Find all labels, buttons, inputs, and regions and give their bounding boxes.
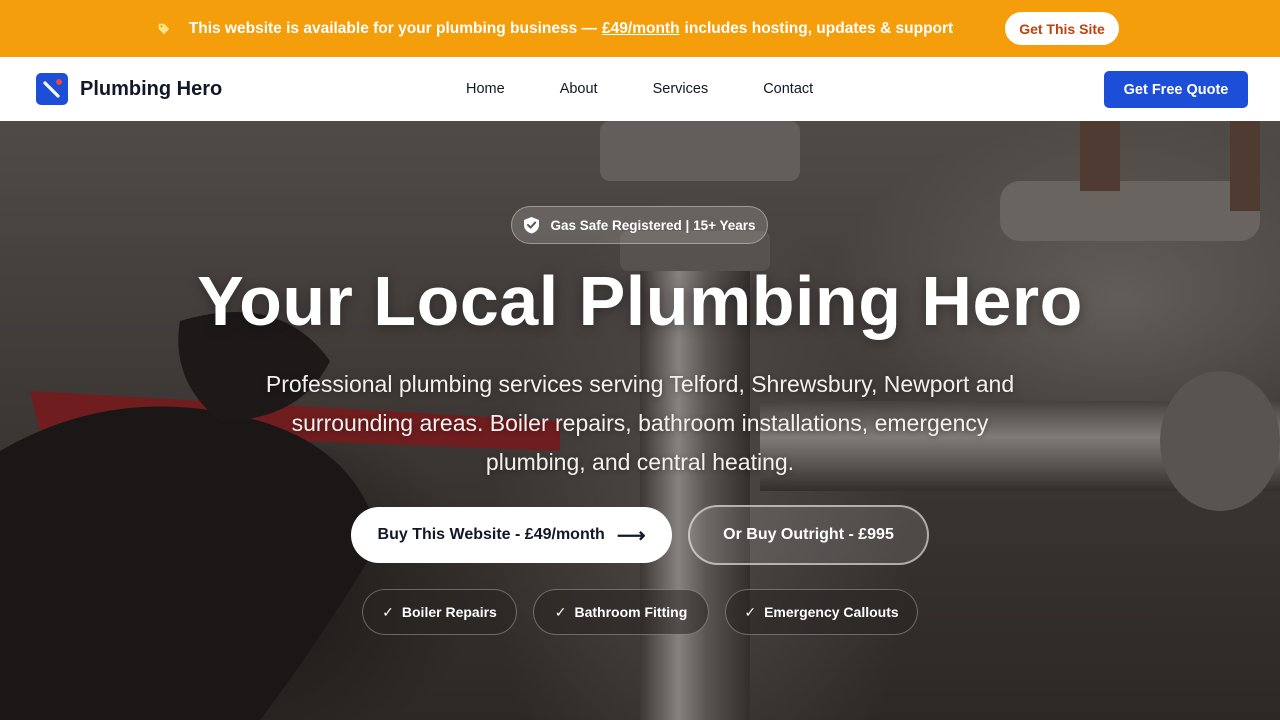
nav-link-contact[interactable]: Contact — [763, 81, 813, 97]
promo-text-before: This website is available for your plumb… — [188, 19, 598, 37]
nav-link-about[interactable]: About — [560, 81, 598, 97]
hero-title: Your Local Plumbing Hero — [197, 262, 1083, 340]
nav-link-home[interactable]: Home — [466, 81, 505, 97]
chip-label: Bathroom Fitting — [574, 604, 688, 620]
tag-icon — [158, 23, 170, 34]
promo-message: This website is available for your plumb… — [0, 0, 1110, 57]
logo[interactable]: Plumbing Hero — [36, 73, 222, 105]
badge-text: Gas Safe Registered | 15+ Years — [550, 217, 756, 233]
get-this-site-button[interactable]: Get This Site — [1005, 12, 1119, 45]
check-icon: ✓ — [382, 603, 394, 620]
buy-website-button[interactable]: Buy This Website - £49/month ⟶ — [351, 507, 672, 563]
main-nav: Plumbing Hero Home About Services Contac… — [0, 57, 1280, 122]
buy-outright-button[interactable]: Or Buy Outright - £995 — [688, 505, 929, 565]
check-icon: ✓ — [744, 603, 757, 620]
chip-label: Emergency Callouts — [764, 604, 899, 620]
wrench-logo-icon — [36, 73, 68, 105]
check-icon: ✓ — [554, 603, 567, 620]
promo-price-link[interactable]: £49/month — [602, 20, 680, 38]
shield-check-icon — [524, 217, 540, 234]
hero-subtitle: Professional plumbing services serving T… — [265, 371, 1015, 475]
chip-emergency-callouts: ✓ Emergency Callouts — [725, 589, 918, 635]
chip-boiler-repairs: ✓ Boiler Repairs — [362, 589, 517, 635]
buy-website-label: Buy This Website - £49/month — [377, 526, 605, 543]
hero-section: Gas Safe Registered | 15+ Years Your Loc… — [0, 121, 1280, 720]
chip-bathroom-fitting: ✓ Bathroom Fitting — [533, 589, 709, 635]
gas-safe-badge: Gas Safe Registered | 15+ Years — [511, 206, 768, 244]
nav-links: Home About Services Contact — [466, 57, 868, 121]
chip-label: Boiler Repairs — [401, 604, 497, 620]
brand-name: Plumbing Hero — [80, 77, 223, 100]
get-free-quote-button[interactable]: Get Free Quote — [1104, 71, 1248, 108]
promo-bar: This website is available for your plumb… — [0, 0, 1280, 57]
nav-link-services[interactable]: Services — [653, 81, 709, 97]
promo-text-after: includes hosting, updates & support — [684, 19, 954, 37]
arrow-right-icon: ⟶ — [616, 524, 646, 547]
